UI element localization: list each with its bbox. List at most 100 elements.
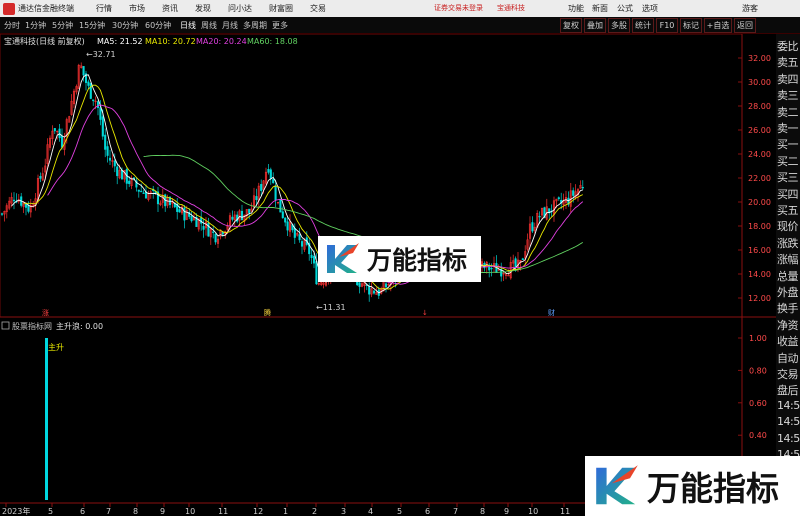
menu-item-quotes[interactable]: 行情 xyxy=(96,3,112,14)
menu-new-page[interactable]: 新面 xyxy=(592,3,608,14)
candle-body xyxy=(557,197,560,200)
candle-body xyxy=(279,198,282,213)
candle-body xyxy=(372,290,376,294)
marker-teng[interactable]: 腾 xyxy=(264,308,271,317)
candle-body xyxy=(272,179,275,184)
tab-timeshare[interactable]: 分时 xyxy=(4,20,20,31)
marker-cai[interactable]: 财 xyxy=(548,308,555,317)
ma5-label: MA5: 21.52 xyxy=(97,37,143,46)
candle-body xyxy=(106,146,109,156)
x-tick-label: 10 xyxy=(185,507,195,516)
price-title: 宝通科技(日线 前复权) xyxy=(4,36,85,46)
price-tick-label: 16.00 xyxy=(748,246,771,255)
indicator-settings-icon[interactable] xyxy=(1,321,10,330)
candle-body xyxy=(142,192,145,194)
candle-body xyxy=(281,211,284,219)
x-tick-label: 9 xyxy=(160,507,165,516)
x-tick-label: 3 xyxy=(341,507,346,516)
candle-body xyxy=(82,66,85,76)
tab-multi-period[interactable]: 多周期 xyxy=(243,20,267,31)
high-price-value: 32.71 xyxy=(93,50,116,59)
indicator-bar xyxy=(45,338,48,500)
candle-body xyxy=(286,221,289,231)
tab-15min[interactable]: 15分钟 xyxy=(79,20,105,31)
menu-item-trade[interactable]: 交易 xyxy=(310,3,326,14)
candle-body xyxy=(92,99,95,102)
tab-60min[interactable]: 60分钟 xyxy=(145,20,171,31)
x-tick-label: 6 xyxy=(425,507,430,516)
candle-body xyxy=(521,258,524,260)
candle-body xyxy=(274,185,277,201)
indicator-bar-label: 主升 xyxy=(48,342,64,352)
sidebar-label: 现价 xyxy=(777,220,799,234)
sidebar-label: 卖五 xyxy=(777,56,799,70)
sidebar-label: 买五 xyxy=(777,204,799,217)
menu-item-news[interactable]: 资讯 xyxy=(162,3,178,14)
indicator-title[interactable]: 股票指标网 xyxy=(12,321,52,331)
candle-body xyxy=(358,282,361,287)
mark-button[interactable]: 标记 xyxy=(680,18,702,33)
candle-body xyxy=(531,222,534,232)
back-button[interactable]: 返回 xyxy=(734,18,756,33)
menu-item-wealth[interactable]: 财富圈 xyxy=(269,3,293,14)
candle-body xyxy=(267,169,270,173)
fuquan-button[interactable]: 复权 xyxy=(560,18,582,33)
candle-body xyxy=(190,216,193,222)
ma60-label: MA60: 18.08 xyxy=(247,37,298,46)
tab-5min[interactable]: 5分钟 xyxy=(52,20,73,31)
menu-guest[interactable]: 游客 xyxy=(742,3,758,14)
period-toolbar: 分时 1分钟 5分钟 15分钟 30分钟 60分钟 日线 周线 月线 多周期 更… xyxy=(0,17,800,34)
sidebar-label: 14:5 xyxy=(777,431,800,445)
menu-options[interactable]: 选项 xyxy=(642,3,658,14)
indicator-tick-label: 1.00 xyxy=(749,334,767,343)
f10-button[interactable]: F10 xyxy=(656,18,678,33)
marker-up[interactable]: 涨 xyxy=(42,308,49,317)
candle-body xyxy=(368,285,371,295)
sidebar-label: 自动 xyxy=(777,351,799,365)
sidebar-label: 卖三 xyxy=(777,89,799,103)
candle-body xyxy=(514,258,517,268)
tab-daily[interactable]: 日线 xyxy=(180,20,196,31)
candle-body xyxy=(384,283,388,288)
multi-stock-button[interactable]: 多股 xyxy=(608,18,630,33)
candle-body xyxy=(53,128,56,132)
low-price-label: ←11.31 xyxy=(316,303,346,312)
sidebar-label: 14:5 xyxy=(777,398,800,412)
menu-function[interactable]: 功能 xyxy=(568,3,584,14)
marker-arrow[interactable]: ↓ xyxy=(422,309,428,317)
candle-body xyxy=(120,169,124,180)
candle-body xyxy=(60,135,64,148)
tab-30min[interactable]: 30分钟 xyxy=(112,20,138,31)
price-tick-label: 20.00 xyxy=(748,198,771,207)
price-tick-label: 14.00 xyxy=(748,270,771,279)
login-notice[interactable]: 证券交易未登录 xyxy=(434,3,483,13)
statistics-button[interactable]: 统计 xyxy=(632,18,654,33)
overlay-button[interactable]: 叠加 xyxy=(584,18,606,33)
sidebar-label: 卖一 xyxy=(777,122,799,135)
watermark-corner: 万能指标 xyxy=(585,456,800,516)
candle-body xyxy=(0,213,4,215)
sidebar-label: 买四 xyxy=(777,187,799,201)
candle-body xyxy=(178,209,181,213)
tab-1min[interactable]: 1分钟 xyxy=(25,20,46,31)
tab-weekly[interactable]: 周线 xyxy=(201,20,217,31)
price-tick-label: 22.00 xyxy=(748,174,771,183)
candle-body xyxy=(212,231,215,233)
menu-formula[interactable]: 公式 xyxy=(617,3,633,14)
candle-body xyxy=(572,190,575,196)
tab-more[interactable]: 更多 xyxy=(272,20,288,31)
sidebar-label: 盘后 xyxy=(777,384,799,398)
candle-body xyxy=(490,267,493,270)
menu-item-ask[interactable]: 问小达 xyxy=(228,3,252,14)
menu-item-market[interactable]: 市场 xyxy=(129,3,145,14)
candle-body xyxy=(101,116,104,137)
x-tick-label: 11 xyxy=(560,507,570,516)
sidebar-label: 买三 xyxy=(777,171,799,185)
tab-monthly[interactable]: 月线 xyxy=(222,20,238,31)
stock-link[interactable]: 宝通科技 xyxy=(497,3,525,13)
sidebar-label: 总量 xyxy=(777,269,799,283)
x-tick-label: 7 xyxy=(106,507,111,516)
x-tick-label: 8 xyxy=(133,507,138,516)
add-watchlist-button[interactable]: +自选 xyxy=(704,18,732,33)
menu-item-discover[interactable]: 发现 xyxy=(195,3,211,14)
